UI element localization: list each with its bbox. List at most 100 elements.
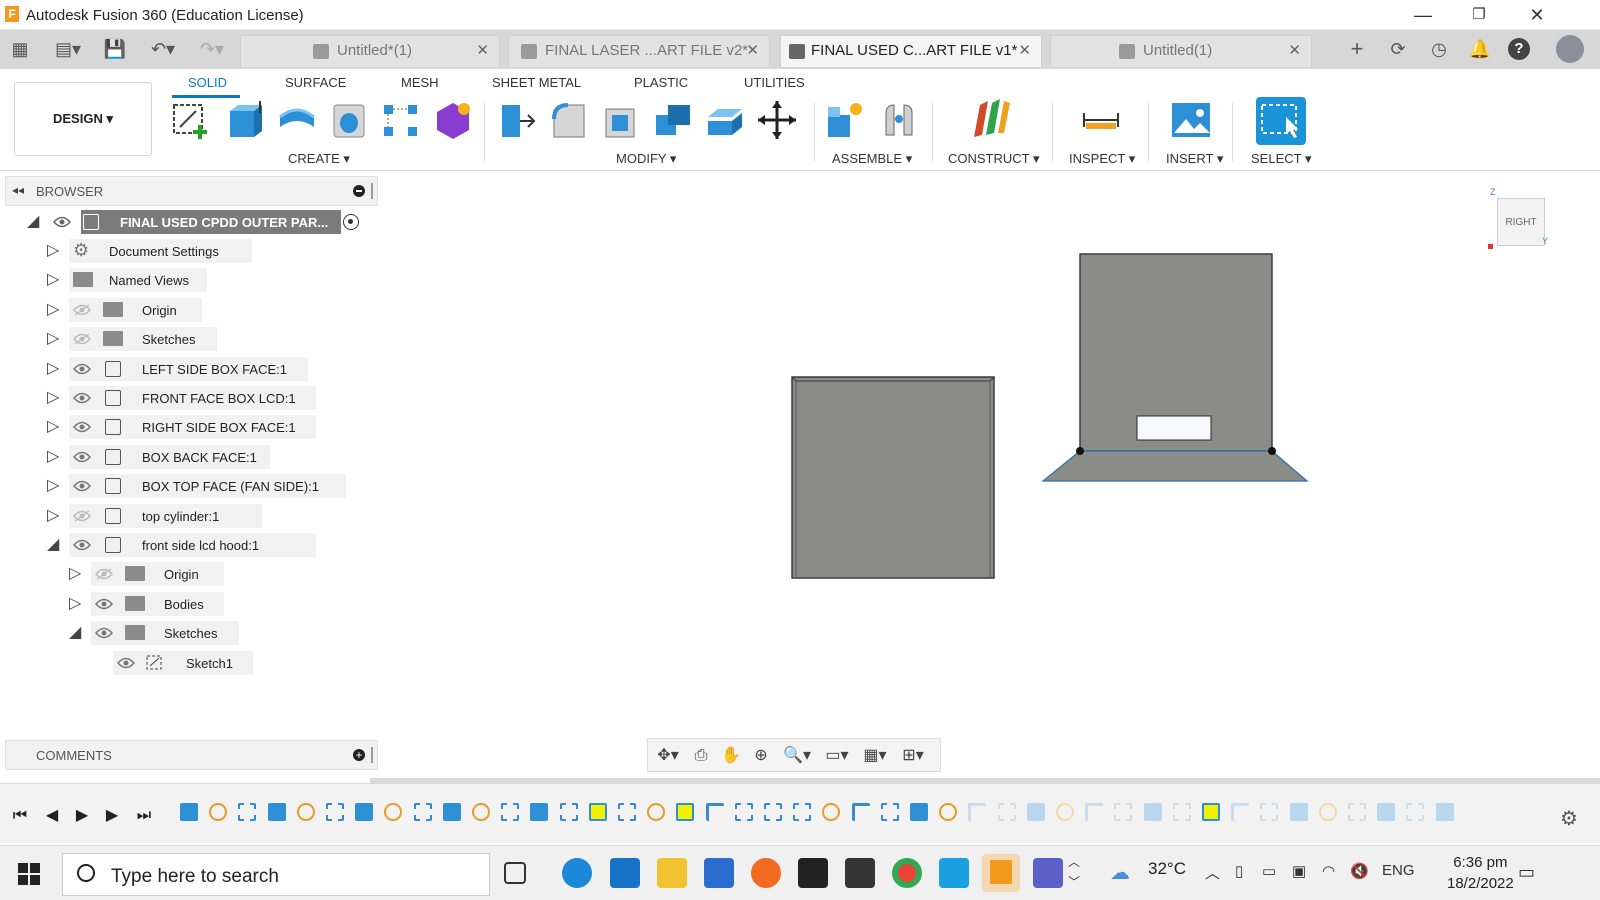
activate-radio-icon[interactable]: [343, 214, 359, 230]
notifications-bell-icon[interactable]: 🔔: [1468, 38, 1492, 60]
step-forward-icon[interactable]: ▶: [102, 806, 122, 826]
eye-visible-icon[interactable]: [73, 363, 91, 375]
collapse-panel-icon[interactable]: ◂◂: [12, 183, 24, 197]
eye-visible-icon[interactable]: [53, 216, 71, 228]
eye-hidden-icon[interactable]: [95, 568, 113, 580]
timeline-sketch-feature-icon[interactable]: [647, 803, 666, 821]
go-to-end-icon[interactable]: ⏭: [134, 806, 154, 826]
browser-minimize-icon[interactable]: [353, 185, 365, 197]
offset-plane-icon[interactable]: [970, 99, 1012, 141]
language-indicator[interactable]: ENG: [1382, 862, 1415, 879]
left-box-body[interactable]: [791, 376, 995, 579]
timeline-sketch-profile-icon[interactable]: [1172, 803, 1191, 821]
close-window-button[interactable]: ✕: [1514, 2, 1560, 28]
eye-hidden-icon[interactable]: [73, 333, 91, 345]
tab-surface[interactable]: SURFACE: [285, 75, 346, 90]
timeline-sketch-profile-icon[interactable]: [1114, 803, 1133, 821]
hole-icon[interactable]: [328, 99, 370, 141]
timeline-plane-feature-icon[interactable]: [1231, 803, 1250, 821]
window-select-icon[interactable]: [1256, 97, 1306, 145]
tab-close-icon[interactable]: ✕: [746, 36, 759, 66]
extensions-icon[interactable]: ⟳: [1386, 38, 1410, 60]
show-hidden-icons-chevron-icon[interactable]: ︿: [1205, 862, 1220, 883]
help-icon[interactable]: ?: [1508, 38, 1530, 60]
minimize-button[interactable]: —: [1400, 2, 1446, 28]
select-menu[interactable]: SELECT ▾: [1251, 151, 1311, 167]
timeline-sketch-feature-icon[interactable]: [296, 803, 315, 821]
weather-cloud-icon[interactable]: ☁: [1110, 860, 1130, 885]
doc-tab-final-laser[interactable]: FINAL LASER ...ART FILE v2* ✕: [508, 35, 770, 67]
browser-node-sketches[interactable]: ◢ Sketches: [69, 621, 389, 645]
timeline-sketch-profile-icon[interactable]: [793, 803, 812, 821]
grid-snaps-icon[interactable]: ▦▾: [858, 746, 892, 766]
collapse-triangle-icon[interactable]: ◢: [47, 536, 63, 554]
browser-root-node[interactable]: ◢ FINAL USED CPDD OUTER PAR...: [27, 210, 372, 234]
timeline-body-feature-icon[interactable]: [1435, 803, 1454, 821]
pan-hand-icon[interactable]: ✋: [718, 746, 744, 766]
tab-close-icon[interactable]: ✕: [476, 36, 489, 66]
timeline-body-feature-icon[interactable]: [1377, 803, 1396, 821]
tab-plastic[interactable]: PLASTIC: [634, 75, 688, 90]
browser-node-document-settings[interactable]: ▷ ⚙ Document Settings: [47, 239, 367, 263]
insert-menu[interactable]: INSERT ▾: [1166, 151, 1223, 167]
timeline-sketch-profile-icon[interactable]: [618, 803, 636, 821]
timeline-sketch-feature-icon[interactable]: [472, 803, 490, 821]
timeline-sketch-profile-icon[interactable]: [559, 803, 578, 821]
timeline-highlighted-feature-icon[interactable]: [676, 803, 695, 821]
shell-icon[interactable]: [600, 99, 642, 141]
tab-close-icon[interactable]: ✕: [1288, 36, 1301, 66]
timeline-sketch-feature-icon[interactable]: [209, 803, 228, 821]
teams-icon[interactable]: [1033, 858, 1063, 888]
tab-utilities[interactable]: UTILITIES: [744, 75, 805, 90]
expand-triangle-icon[interactable]: ▷: [47, 477, 63, 495]
eye-hidden-icon[interactable]: [73, 304, 91, 316]
data-panel-grid-icon[interactable]: ▦: [8, 38, 32, 60]
collapse-triangle-icon[interactable]: ◢: [27, 213, 43, 231]
viewports-icon[interactable]: ⊞▾: [896, 746, 930, 766]
timeline-settings-gear-icon[interactable]: ⚙: [1560, 806, 1578, 831]
tab-solid[interactable]: SOLID: [188, 75, 227, 90]
browser-node-sketches[interactable]: ▷ Sketches: [47, 327, 367, 351]
expand-triangle-icon[interactable]: ▷: [69, 595, 85, 613]
taskbar-scroll-icon[interactable]: ︿ ﹀: [1068, 852, 1080, 892]
user-avatar[interactable]: [1556, 35, 1584, 63]
lcd-hood-body[interactable]: [1041, 253, 1309, 482]
timeline-plane-feature-icon[interactable]: [851, 803, 870, 821]
timeline-scrollbar[interactable]: [370, 778, 1600, 784]
eye-visible-icon[interactable]: [95, 627, 113, 639]
combine-icon[interactable]: [652, 99, 694, 141]
eye-visible-icon[interactable]: [73, 451, 91, 463]
job-status-clock-icon[interactable]: ◷: [1427, 38, 1451, 60]
collapse-triangle-icon[interactable]: ◢: [69, 624, 85, 642]
redo-icon[interactable]: ↷▾: [192, 38, 232, 60]
fillet-icon[interactable]: [548, 99, 590, 141]
doc-tab-final-used[interactable]: FINAL USED C...ART FILE v1* ✕: [780, 35, 1042, 67]
expand-triangle-icon[interactable]: ▷: [47, 360, 63, 378]
expand-triangle-icon[interactable]: ▷: [47, 448, 63, 466]
weather-temperature[interactable]: 32°C: [1148, 859, 1186, 879]
expand-triangle-icon[interactable]: ▷: [47, 301, 63, 319]
microsoft-store-icon[interactable]: [704, 858, 734, 888]
browser-node-bodies[interactable]: ▷ Bodies: [69, 592, 389, 616]
browser-node-sketch1[interactable]: Sketch1: [91, 651, 411, 675]
c-app-icon[interactable]: [939, 858, 969, 888]
fusion-360-taskbar-icon[interactable]: [982, 854, 1020, 892]
look-at-icon[interactable]: ⎙: [688, 746, 714, 766]
canvas-viewport[interactable]: [380, 176, 1600, 776]
browser-node-front-side-lcd-hood-1[interactable]: ◢ front side lcd hood:1: [47, 533, 367, 557]
doc-tab-untitled-star[interactable]: Untitled*(1) ✕: [240, 35, 500, 67]
browser-node-right-side-box-face-1[interactable]: ▷ RIGHT SIDE BOX FACE:1: [47, 415, 367, 439]
timeline-plane-feature-icon[interactable]: [968, 803, 987, 821]
timeline-sketch-profile-icon[interactable]: [1406, 803, 1425, 821]
timeline-highlighted-feature-icon[interactable]: [1202, 803, 1220, 821]
extrude-icon[interactable]: [224, 99, 266, 141]
restore-button[interactable]: ❐: [1456, 2, 1502, 28]
timeline-sketch-profile-icon[interactable]: [238, 803, 257, 821]
assemble-menu[interactable]: ASSEMBLE ▾: [832, 151, 912, 167]
go-to-start-icon[interactable]: ⏮: [10, 806, 30, 826]
file-menu-icon[interactable]: ▤▾: [48, 38, 88, 60]
eye-hidden-icon[interactable]: [73, 510, 91, 522]
browser-node-named-views[interactable]: ▷ Named Views: [47, 268, 367, 292]
expand-triangle-icon[interactable]: ▷: [47, 330, 63, 348]
browser-node-origin[interactable]: ▷ Origin: [47, 298, 367, 322]
